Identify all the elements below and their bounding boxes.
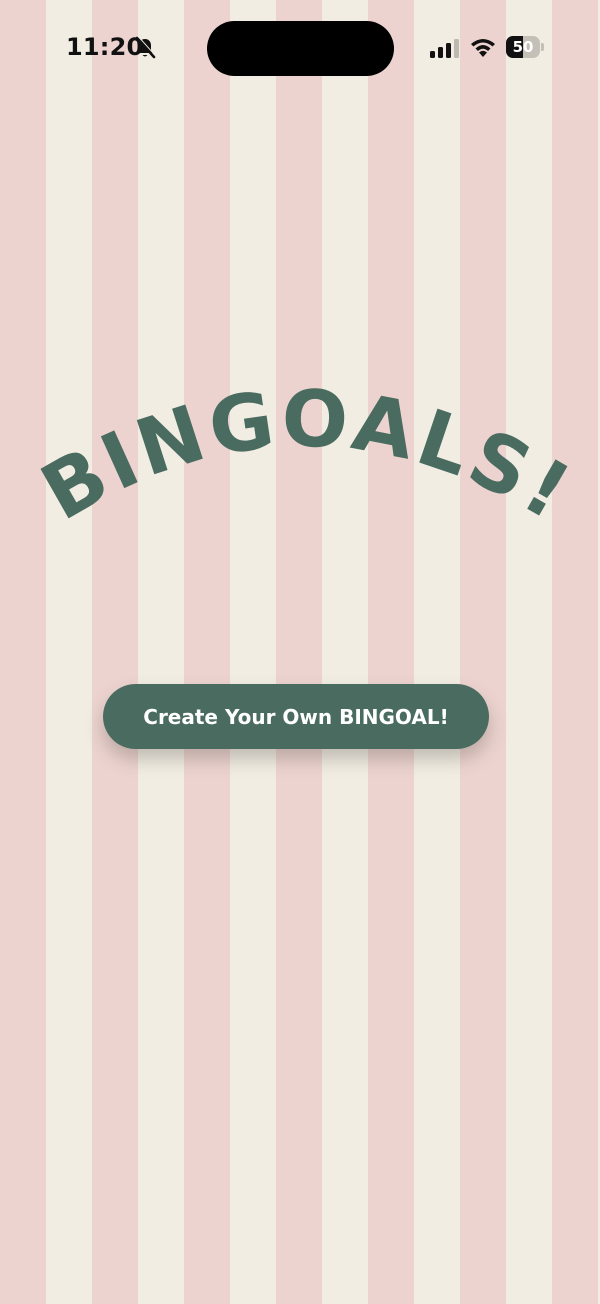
battery-nub bbox=[541, 43, 544, 51]
cellular-signal-icon bbox=[430, 38, 460, 58]
status-bar: 11:20 50 bbox=[0, 0, 600, 96]
status-time: 11:20 bbox=[66, 33, 144, 61]
dynamic-island bbox=[207, 21, 394, 76]
battery-icon: 50 bbox=[506, 36, 544, 59]
app-title-logo: BINGOALS! bbox=[27, 374, 587, 539]
app-title: BINGOALS! bbox=[27, 374, 587, 539]
bell-slash-icon bbox=[134, 36, 157, 60]
wifi-icon bbox=[469, 37, 497, 58]
battery-body: 50 bbox=[506, 36, 540, 58]
app-title-text: BINGOALS! bbox=[27, 374, 583, 539]
battery-level: 50 bbox=[512, 38, 534, 56]
create-bingoal-button[interactable]: Create Your Own BINGOAL! bbox=[103, 684, 489, 749]
